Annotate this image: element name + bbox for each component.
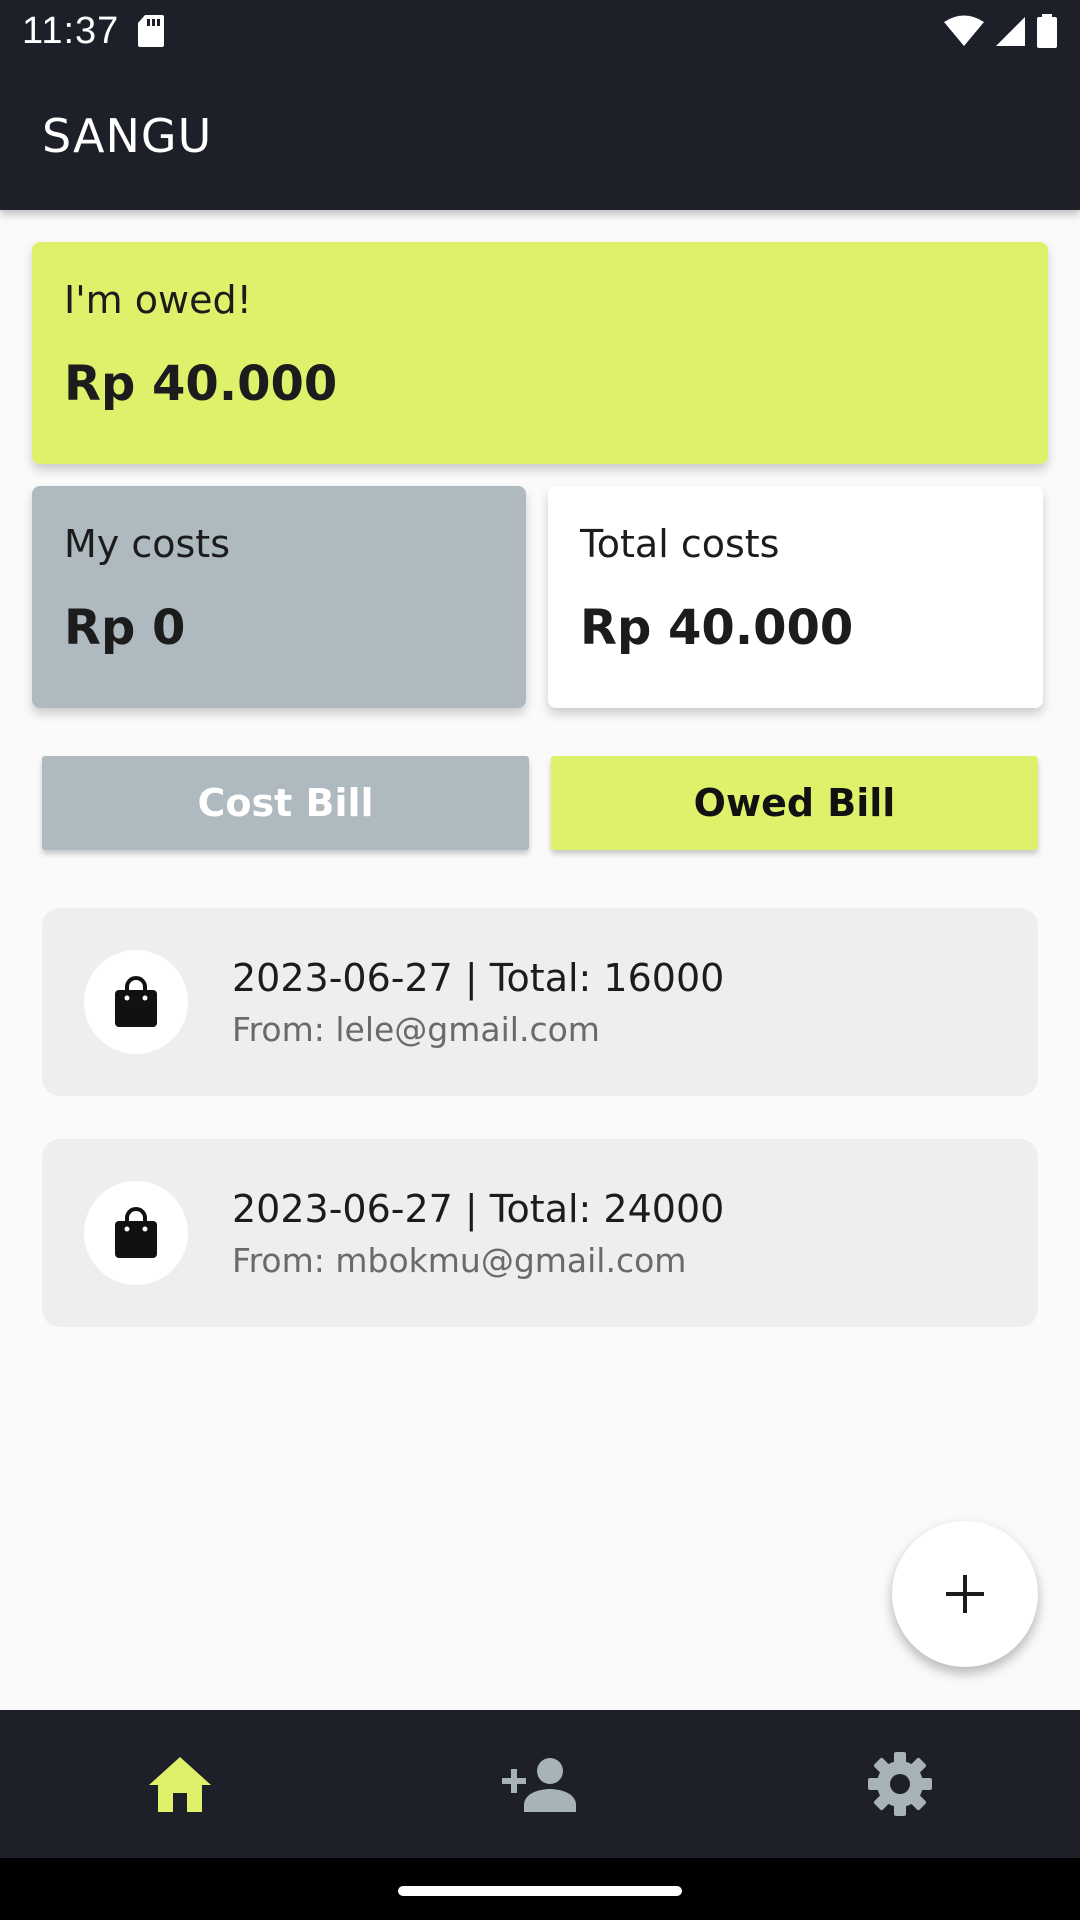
bill-icon-circle xyxy=(84,950,188,1054)
cost-bill-button[interactable]: Cost Bill xyxy=(42,756,529,850)
bill-title: 2023-06-27 | Total: 24000 xyxy=(232,1186,725,1231)
bill-list-item[interactable]: 2023-06-27 | Total: 24000 From: mbokmu@g… xyxy=(42,1139,1038,1327)
app-bar: SANGU xyxy=(0,62,1080,210)
gesture-handle[interactable] xyxy=(398,1886,682,1896)
bill-text: 2023-06-27 | Total: 16000 From: lele@gma… xyxy=(232,956,724,1049)
owed-summary-card: I'm owed! Rp 40.000 xyxy=(32,242,1048,464)
shopping-bag-icon xyxy=(115,976,157,1027)
my-costs-label: My costs xyxy=(64,522,230,566)
nav-item-settings[interactable] xyxy=(800,1710,1000,1858)
shopping-bag-icon xyxy=(115,1207,157,1258)
settings-icon xyxy=(868,1752,932,1816)
bill-from: From: mbokmu@gmail.com xyxy=(232,1240,687,1280)
owed-bill-button[interactable]: Owed Bill xyxy=(551,756,1038,850)
nav-item-add-friend[interactable] xyxy=(440,1710,640,1858)
total-costs-label: Total costs xyxy=(580,522,780,566)
add-person-icon xyxy=(502,1758,576,1812)
cellular-signal-icon xyxy=(996,17,1025,46)
home-icon xyxy=(149,1757,211,1812)
nav-item-home[interactable] xyxy=(80,1710,280,1858)
status-left: 11:37 xyxy=(22,10,165,53)
owed-value: Rp 40.000 xyxy=(64,356,338,412)
bill-icon-circle xyxy=(84,1181,188,1285)
bill-title: 2023-06-27 | Total: 16000 xyxy=(232,955,725,1000)
total-costs-card: Total costs Rp 40.000 xyxy=(548,486,1043,708)
bill-from: From: lele@gmail.com xyxy=(232,1009,600,1049)
add-bill-fab[interactable] xyxy=(892,1521,1038,1667)
status-right xyxy=(944,14,1058,48)
plus-icon xyxy=(946,1575,984,1613)
battery-icon xyxy=(1037,14,1057,48)
my-costs-value: Rp 0 xyxy=(64,600,186,656)
status-time: 11:37 xyxy=(22,9,120,52)
owed-label: I'm owed! xyxy=(64,278,252,322)
total-costs-value: Rp 40.000 xyxy=(580,600,854,656)
system-gesture-bar xyxy=(0,1858,1080,1920)
bill-list-item[interactable]: 2023-06-27 | Total: 16000 From: lele@gma… xyxy=(42,908,1038,1096)
sd-card-icon xyxy=(138,15,165,47)
bill-text: 2023-06-27 | Total: 24000 From: mbokmu@g… xyxy=(232,1187,724,1280)
my-costs-card: My costs Rp 0 xyxy=(32,486,526,708)
app-title: SANGU xyxy=(42,109,213,163)
status-bar: 11:37 xyxy=(0,0,1080,62)
bottom-navigation xyxy=(0,1710,1080,1858)
wifi-icon xyxy=(944,15,984,46)
